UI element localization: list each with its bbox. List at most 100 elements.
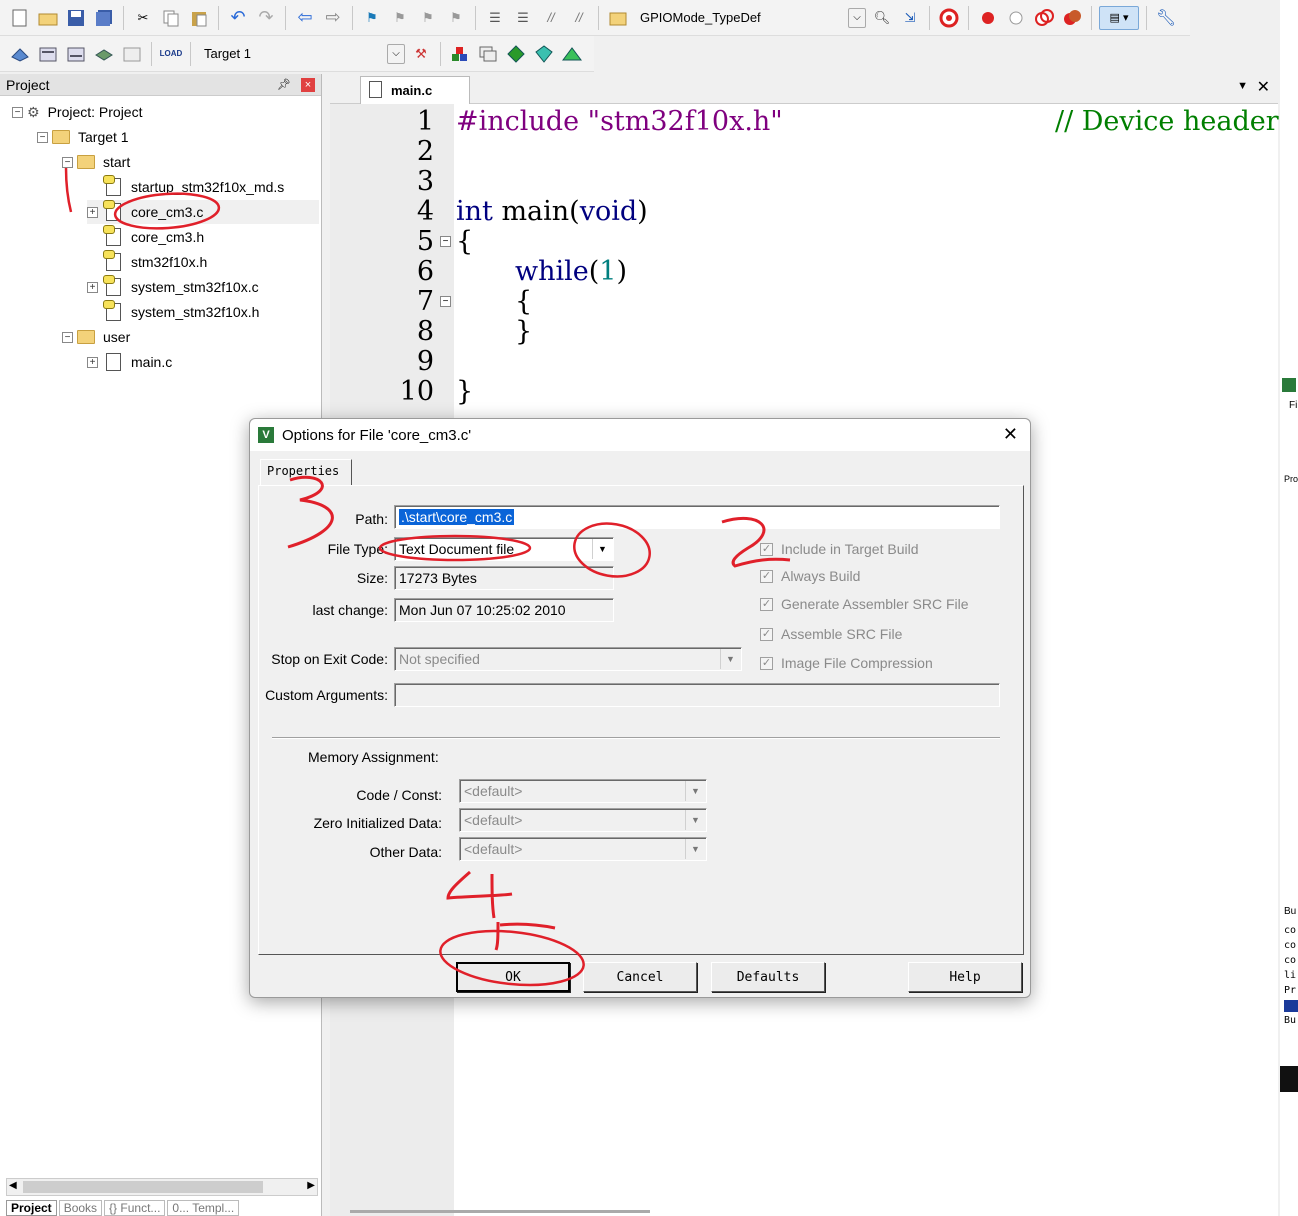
next-bookmark-icon[interactable]: ⚑ [416, 6, 440, 30]
tree-file[interactable]: + main.c [87, 350, 172, 374]
image-compression-checkbox[interactable]: ✓ Image File Compression [760, 655, 933, 671]
fold-icon[interactable]: − [440, 236, 451, 247]
uncomment-icon[interactable]: // [567, 6, 591, 30]
code-line-4[interactable]: int main(void) [456, 196, 648, 227]
other-data-select[interactable]: <default> ▼ [459, 837, 707, 861]
translate-icon[interactable] [8, 42, 32, 66]
project-items-icon[interactable] [476, 42, 500, 66]
debug-session-icon[interactable] [937, 6, 961, 30]
save-icon[interactable] [64, 6, 88, 30]
fold-icon[interactable]: − [440, 296, 451, 307]
collapse-icon[interactable]: − [37, 131, 48, 143]
dropdown-arrow-icon[interactable]: ▼ [685, 810, 705, 830]
tab-list-dropdown-icon[interactable]: ▼ [1237, 80, 1248, 92]
dialog-titlebar[interactable]: V Options for File 'core_cm3.c' ✕ [250, 419, 1030, 451]
find-in-files-icon[interactable] [606, 6, 630, 30]
windows-start-icon[interactable] [1280, 1066, 1298, 1092]
configuration-wrench-icon[interactable]: 🔧︎ [1154, 6, 1178, 30]
clear-bookmarks-icon[interactable]: ⚑ [444, 6, 468, 30]
open-folder-icon[interactable] [36, 6, 60, 30]
tree-file[interactable]: stm32f10x.h [103, 250, 207, 274]
collapse-icon[interactable]: − [62, 331, 73, 343]
incremental-find-icon[interactable]: ⇲ [898, 6, 922, 30]
manage-components-icon[interactable] [448, 42, 472, 66]
assemble-src-checkbox[interactable]: ✓ Assemble SRC File [760, 626, 902, 642]
pin-icon[interactable]: 📌︎ [277, 78, 291, 91]
tab-properties[interactable]: Properties [260, 459, 352, 485]
collapse-icon[interactable]: − [62, 156, 73, 168]
download-load-icon[interactable]: LOAD [159, 42, 183, 66]
always-build-checkbox[interactable]: ✓ Always Build [760, 568, 860, 584]
tab-functions[interactable]: {} Funct... [104, 1200, 166, 1216]
batch-build-icon[interactable] [92, 42, 116, 66]
comment-icon[interactable]: // [539, 6, 563, 30]
cut-icon[interactable]: ✂ [131, 6, 155, 30]
tree-project-root[interactable]: − ⚙ Project: Project [12, 100, 143, 124]
tree-target[interactable]: − Target 1 [37, 125, 129, 149]
expand-icon[interactable]: + [87, 281, 98, 293]
expand-icon[interactable]: + [87, 356, 98, 368]
tree-file[interactable]: core_cm3.h [103, 225, 204, 249]
dropdown-arrow-icon[interactable]: ▼ [685, 839, 705, 859]
stop-on-exit-code-select[interactable]: Not specified ▼ [394, 647, 742, 671]
dropdown-arrow-icon[interactable]: ▼ [685, 781, 705, 801]
code-const-select[interactable]: <default> ▼ [459, 779, 707, 803]
editor-hscroll-thumb[interactable] [350, 1210, 650, 1213]
generate-assembler-checkbox[interactable]: ✓ Generate Assembler SRC File [760, 596, 969, 612]
tree-file-selected[interactable]: + core_cm3.c [87, 200, 319, 224]
paste-icon[interactable] [187, 6, 211, 30]
include-in-target-build-checkbox[interactable]: ✓ Include in Target Build [760, 541, 919, 557]
unindent-icon[interactable]: ☰ [511, 6, 535, 30]
code-line-8[interactable]: } [515, 316, 532, 347]
code-line-5[interactable]: { [456, 226, 473, 257]
target-combo[interactable]: Target 1 [198, 42, 383, 66]
close-panel-icon[interactable]: × [301, 77, 315, 92]
code-line-6[interactable]: while(1) [515, 256, 627, 287]
window-layout-icon[interactable]: ▤ ▾ [1099, 5, 1139, 30]
breakpoint-icon[interactable] [976, 6, 1000, 30]
collapse-icon[interactable]: − [12, 106, 23, 118]
help-button[interactable]: Help [908, 962, 1022, 992]
code-line-1[interactable]: #include "stm32f10x.h" [456, 106, 783, 137]
nav-forward-icon[interactable]: ⇨ [321, 6, 345, 30]
ok-button[interactable]: OK [456, 962, 570, 992]
find-icon[interactable]: 🔍︎ [870, 6, 894, 30]
rebuild-icon[interactable] [64, 42, 88, 66]
editor-tab-main[interactable]: main.c [360, 76, 470, 104]
disable-breakpoint-icon[interactable] [1004, 6, 1028, 30]
close-dialog-icon[interactable]: ✕ [1003, 424, 1018, 445]
nav-back-icon[interactable]: ⇦ [293, 6, 317, 30]
new-file-icon[interactable] [8, 6, 32, 30]
stop-build-icon[interactable] [120, 42, 144, 66]
scrollbar-thumb[interactable] [23, 1181, 263, 1193]
pack-installer-icon[interactable] [504, 42, 528, 66]
close-tab-icon[interactable]: ✕ [1257, 77, 1270, 97]
code-line-7[interactable]: { [515, 286, 532, 317]
zero-initialized-select[interactable]: <default> ▼ [459, 808, 707, 832]
combo-dropdown-icon[interactable]: ⌵ [848, 7, 866, 28]
scroll-left-icon[interactable]: ◀ [9, 1180, 17, 1191]
horizontal-scrollbar[interactable]: ◀ ▶ [6, 1178, 318, 1196]
tree-group-user[interactable]: − user [62, 325, 130, 349]
prev-bookmark-icon[interactable]: ⚑ [388, 6, 412, 30]
redo-icon[interactable]: ↷ [254, 6, 278, 30]
disable-all-breakpoints-icon[interactable] [1032, 6, 1056, 30]
tab-templates[interactable]: 0... Templ... [167, 1200, 240, 1216]
tab-books[interactable]: Books [58, 1200, 103, 1216]
undo-icon[interactable]: ↶ [226, 6, 250, 30]
dropdown-arrow-icon[interactable]: ▼ [592, 539, 612, 559]
build-icon[interactable] [36, 42, 60, 66]
indent-icon[interactable]: ☰ [483, 6, 507, 30]
bookmark-icon[interactable]: ⚑ [360, 6, 384, 30]
code-line-10[interactable]: } [456, 376, 473, 407]
tree-file[interactable]: + system_stm32f10x.c [87, 275, 259, 299]
custom-arguments-field[interactable] [394, 683, 1000, 707]
file-type-select[interactable]: Text Document file ▼ [394, 537, 614, 561]
target-dropdown-icon[interactable]: ⌵ [387, 43, 405, 64]
cancel-button[interactable]: Cancel [583, 962, 697, 992]
tree-file[interactable]: startup_stm32f10x_md.s [103, 175, 284, 199]
copy-icon[interactable] [159, 6, 183, 30]
defaults-button[interactable]: Defaults [711, 962, 825, 992]
select-packs-icon[interactable] [532, 42, 556, 66]
path-field[interactable]: .\start\core_cm3.c [394, 505, 1000, 529]
